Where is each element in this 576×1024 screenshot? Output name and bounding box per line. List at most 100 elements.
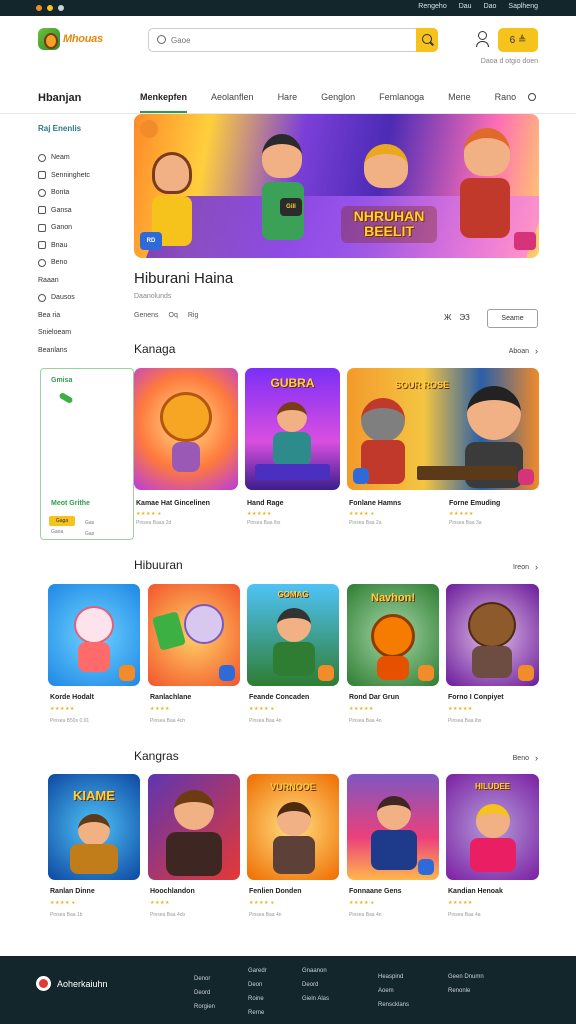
see-all-link[interactable]: Beno › xyxy=(513,753,538,763)
game-card[interactable]: KIAME Ranlan Dinne ★★★★ ● Pinsea Baa 1b xyxy=(48,774,140,924)
sidebar-item[interactable]: Beanlans xyxy=(38,342,124,360)
promo-meta-2: Gas Gas xyxy=(85,520,95,537)
tab[interactable]: Genglon xyxy=(321,92,355,113)
sidebar-item[interactable]: Ganon xyxy=(38,219,124,237)
sidebar-item[interactable]: Senninghetc xyxy=(38,167,124,185)
search-button[interactable] xyxy=(416,28,438,52)
game-meta: Pinsea B50s 0.91 xyxy=(50,718,90,724)
footer-link[interactable]: Geen Dnumn xyxy=(448,970,484,984)
footer-link[interactable]: Deord xyxy=(194,986,215,1000)
game-thumbnail: GOMAG xyxy=(247,584,339,686)
sidebar-item[interactable]: Bonta xyxy=(38,184,124,202)
window-dots xyxy=(36,5,64,11)
footer-link[interactable]: Rorgien xyxy=(194,1000,215,1014)
logo-mark-icon xyxy=(38,28,60,50)
game-title: Fonnaane Gens xyxy=(349,888,402,895)
footer-link[interactable]: Garedr xyxy=(248,964,267,978)
game-card[interactable]: GOMAG Feande Concaden ★★★★ ● Pinsea Baa … xyxy=(247,584,339,734)
sidebar-item[interactable]: Raaan xyxy=(38,272,124,290)
top-link[interactable]: Dao xyxy=(484,3,497,10)
footer-logo-icon xyxy=(36,976,51,991)
game-card[interactable]: Ranlachlane ★★★★ Pinsea Baa 4ch xyxy=(148,584,240,734)
rating-stars: ★★★★ ● xyxy=(249,900,275,906)
clock-icon xyxy=(38,153,46,162)
sidebar-item-label: Beanlans xyxy=(38,346,68,354)
logo[interactable]: Mhouas xyxy=(38,28,103,50)
hero-banner[interactable]: NHRUHAN BEELIT RD Gill xyxy=(134,114,539,258)
game-meta: Pinsea Baa lbs xyxy=(448,718,482,724)
logo-text: Mhouas xyxy=(63,33,103,45)
sidebar-item[interactable]: Neam xyxy=(38,149,124,167)
detail-action-button[interactable]: Seame xyxy=(487,309,538,328)
footer-link[interactable]: Gieln Alas xyxy=(302,992,329,1006)
user-icon[interactable] xyxy=(475,30,489,48)
footer: Aoherkaiuhn Denor Deord Rorgien Garedr D… xyxy=(0,956,576,1024)
thumb-label: GOMAG xyxy=(277,590,309,599)
game-thumbnail: Navhon! xyxy=(347,584,439,686)
game-card[interactable]: Hoochlandon ★★★★ Pinsea Baa 4cb xyxy=(148,774,240,924)
sidebar-item[interactable]: Bea ria xyxy=(38,307,124,325)
game-card[interactable]: Kamae Hat Gincelinen ★★★★ ● Pinsea Baaa … xyxy=(134,368,238,538)
sidebar-item[interactable]: Beno xyxy=(38,254,124,272)
tab[interactable]: Rano xyxy=(495,92,517,113)
footer-column: Geen Dnumn Renonle xyxy=(448,970,484,998)
nav-search-icon[interactable] xyxy=(528,93,536,101)
footer-link[interactable]: Renscklans xyxy=(378,998,409,1012)
game-meta: Pinsea Baa 4n xyxy=(249,718,282,724)
footer-link[interactable]: Deord xyxy=(302,978,329,992)
game-card[interactable]: Navhon! Rond Dar Grun ★★★★★ Pinsea Baa 4… xyxy=(347,584,439,734)
game-thumbnail: SOUR ROSE xyxy=(347,368,539,490)
game-thumbnail: GUBRA xyxy=(245,368,340,490)
game-card[interactable]: Forno I Conpiyet ★★★★★ Pinsea Baa lbs xyxy=(446,584,539,734)
footer-link[interactable]: Gnaanon xyxy=(302,964,329,978)
tab[interactable]: Aeolanflen xyxy=(211,92,254,113)
rating-stars: ★★★★ ● xyxy=(349,900,375,906)
see-all-link[interactable]: Aboan › xyxy=(509,346,538,356)
top-link[interactable]: Saplheng xyxy=(508,3,538,10)
game-card[interactable]: GUBRA Hand Rage ★★★★★ Pinsea Baa lbs xyxy=(245,368,340,538)
sidebar-item-label: Bea ria xyxy=(38,311,61,319)
sidebar-heading[interactable]: Raj Enenlis xyxy=(38,124,124,133)
game-card-wide[interactable]: SOUR ROSE Fonlane Hamns ★★★★ ● Pinsea Ba… xyxy=(347,368,539,538)
game-thumbnail: KIAME xyxy=(48,774,140,880)
game-card[interactable]: HILUDEE Kandian Henoak ★★★★★ Pinsea Baa … xyxy=(446,774,539,924)
game-card[interactable]: Korde Hodalt ★★★★★ Pinsea B50s 0.91 xyxy=(48,584,140,734)
search-input[interactable] xyxy=(171,33,391,48)
sidebar-item[interactable]: Bnau xyxy=(38,237,124,255)
cart-button[interactable]: 6 ≜ xyxy=(498,28,538,52)
footer-link[interactable]: Denor xyxy=(194,972,215,986)
tab[interactable]: Mene xyxy=(448,92,471,113)
sidebar-item[interactable]: Gansa xyxy=(38,202,124,220)
footer-link[interactable]: Aoem xyxy=(378,984,409,998)
game-thumbnail xyxy=(48,584,140,686)
sidebar-item[interactable]: Dausos xyxy=(38,289,124,307)
top-link[interactable]: Rengeho xyxy=(418,3,446,10)
game-card[interactable]: VURNOOE Fenlien Donden ★★★★ ● Pinsea Baa… xyxy=(247,774,339,924)
see-all-link[interactable]: Ireon › xyxy=(513,562,538,572)
promo-card[interactable]: Gmisa Meot Grithe Gaga Gaoa Gas Gas xyxy=(40,368,134,540)
game-card[interactable]: Fonnaane Gens ★★★★ ● Pinsea Baa 4n xyxy=(347,774,439,924)
footer-link[interactable]: Renonle xyxy=(448,984,484,998)
sidebar-item-label: Senninghetc xyxy=(51,171,90,179)
footer-logo[interactable]: Aoherkaiuhn xyxy=(36,976,108,991)
game-thumbnail: VURNOOE xyxy=(247,774,339,880)
footer-link[interactable]: Heaspind xyxy=(378,970,409,984)
tab[interactable]: Hare xyxy=(278,92,298,113)
share-icon[interactable]: Ж xyxy=(444,313,451,322)
hero-badge-right xyxy=(514,232,536,250)
character-art xyxy=(467,386,521,440)
footer-link[interactable]: Roine xyxy=(248,992,267,1006)
tab[interactable]: Femlanoga xyxy=(379,92,424,113)
game-title: Ranlachlane xyxy=(150,694,192,701)
game-meta: Pinsea Baa 4a xyxy=(448,912,481,918)
tab-list: Menkepfen Aeolanflen Hare Genglon Femlan… xyxy=(140,92,540,113)
game-title: Fonlane Hamns xyxy=(349,500,402,507)
header-note[interactable]: Daoa d otgio doen xyxy=(481,58,538,65)
footer-link[interactable]: Rerne xyxy=(248,1006,267,1020)
character-art xyxy=(273,432,311,466)
footer-link[interactable]: Deon xyxy=(248,978,267,992)
rating-stars: ★★★★★ xyxy=(448,706,473,712)
top-link[interactable]: Dau xyxy=(459,3,472,10)
tab-active[interactable]: Menkepfen xyxy=(140,92,188,113)
sidebar-item[interactable]: Snieloeam xyxy=(38,324,124,342)
